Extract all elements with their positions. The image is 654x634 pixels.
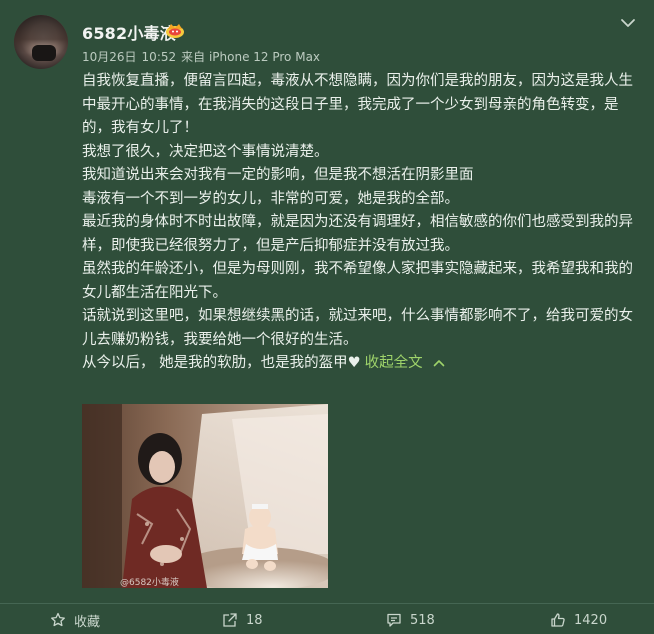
like-button[interactable]: 1420 [550,610,607,630]
favorite-button[interactable]: 收藏 [50,610,100,630]
share-icon [223,613,237,627]
post-paragraph: 我知道说出来会对我有一定的影响，但是我不想活在阴影里面 [82,167,474,183]
post-date[interactable]: 10月26日 [82,50,137,64]
post-paragraph: 话就说到这里吧，如果想继续黑的话，就过来吧，什么事情都影响不了，给我可爱的女儿去… [82,308,633,348]
comment-button[interactable]: 518 [386,610,435,630]
post-paragraph: 自我恢复直播，便留言四起，毒液从不想隐瞒，因为你们是我的朋友，因为这是我人生中最… [82,73,633,136]
post-time: 10:52 [141,50,177,64]
weibo-vip-badge-icon[interactable] [164,21,186,39]
post-paragraph: 我想了很久，决定把这个事情说清楚。 [82,143,329,160]
post-paragraph: 毒液有一个不到一岁的女儿，非常的可爱，她是我的全部。 [82,190,459,207]
collapse-full-text-link[interactable]: 收起全文 [365,355,423,371]
chevron-down-icon[interactable] [619,14,637,32]
chevron-up-icon[interactable] [433,358,445,368]
post-paragraph: 虽然我的年龄还小，但是为母则刚，我不希望像人家把事实隐藏起来，我希望我和我的女儿… [82,261,633,301]
star-icon [51,612,65,627]
favorite-label: 收藏 [74,614,101,630]
post-text: 自我恢复直播，便留言四起，毒液从不想隐瞒，因为你们是我的朋友，因为这是我人生中最… [82,70,642,376]
photo-watermark: @6582小毒液 [120,578,179,588]
post-last-line-text: 从今以后， 她是我的软肋，也是我的盔甲♥ [82,355,361,371]
post-meta: 10月26日 10:52 来自 iPhone 12 Pro Max [82,48,325,65]
post-source: 来自 iPhone 12 Pro Max [181,50,321,64]
post-paragraph: 最近我的身体时不时出故障，就是因为还没有调理好，相信敏感的你们也感受到我的异样，… [82,214,633,254]
comment-count: 518 [410,612,435,628]
share-count: 18 [246,612,263,628]
share-button[interactable]: 18 [222,610,263,630]
action-bar-divider [0,603,654,604]
photo-illustration [82,404,328,588]
username[interactable]: 6582小毒液 [82,20,176,44]
comment-icon [387,613,401,627]
thumbs-up-icon [551,613,565,627]
avatar[interactable] [14,15,68,69]
avatar-mask [32,45,56,61]
weibo-post: 6582小毒液 10月26日 10:52 来自 iPhone 12 Pro Max … [0,0,654,634]
post-photo[interactable] [82,404,328,588]
like-count: 1420 [574,612,608,628]
post-last-line: 从今以后， 她是我的软肋，也是我的盔甲♥ 收起全文 [82,352,642,376]
